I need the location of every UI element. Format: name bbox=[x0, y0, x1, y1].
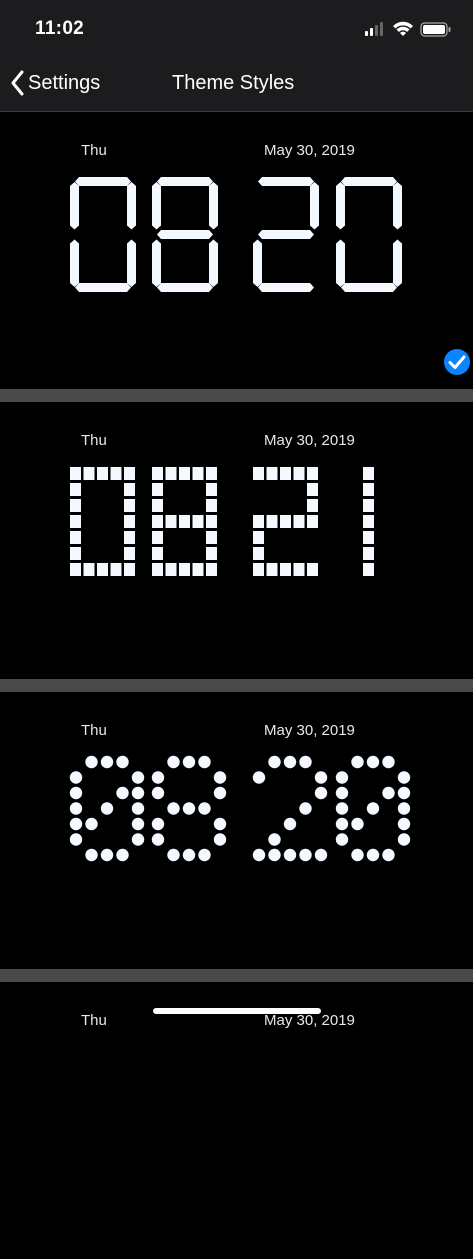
chevron-left-icon bbox=[11, 70, 24, 96]
battery-icon bbox=[420, 22, 451, 37]
theme-option-round-dot-matrix[interactable]: Thu May 30, 2019 bbox=[0, 692, 473, 969]
back-button[interactable]: Settings bbox=[10, 69, 100, 97]
status-bar: 11:02 bbox=[0, 0, 473, 56]
theme-day: Thu bbox=[81, 1012, 107, 1029]
theme-option-square-dot-matrix[interactable]: Thu May 30, 2019 bbox=[0, 402, 473, 679]
clock-digit bbox=[336, 177, 402, 292]
clock-digit bbox=[69, 755, 145, 862]
status-icons bbox=[365, 21, 451, 37]
clock-digit bbox=[252, 755, 328, 862]
cellular-signal-icon bbox=[365, 22, 383, 36]
separator bbox=[0, 969, 473, 982]
theme-option-seven-segment[interactable]: Thu May 30, 2019 bbox=[0, 112, 473, 389]
page-title: Theme Styles bbox=[172, 72, 295, 94]
clock-digit bbox=[152, 467, 217, 576]
clock-digit bbox=[335, 755, 411, 862]
home-indicator bbox=[153, 1008, 321, 1014]
wifi-icon bbox=[393, 21, 413, 36]
navigation-bar: Settings Theme Styles bbox=[0, 56, 473, 112]
theme-clock-preview bbox=[70, 177, 402, 292]
checkmark-icon bbox=[444, 349, 470, 375]
clock-digit bbox=[253, 467, 318, 576]
theme-clock-preview bbox=[69, 755, 411, 862]
clock-digit bbox=[363, 467, 374, 576]
separator bbox=[0, 679, 473, 692]
status-time: 11:02 bbox=[35, 18, 85, 39]
clock-digit bbox=[151, 755, 227, 862]
clock-digit bbox=[253, 177, 319, 292]
theme-date: May 30, 2019 bbox=[264, 1012, 355, 1029]
clock-digit bbox=[70, 177, 136, 292]
clock-digit bbox=[70, 467, 135, 576]
back-button-label: Settings bbox=[28, 71, 101, 94]
clock-digit bbox=[152, 177, 218, 292]
theme-clock-preview bbox=[70, 467, 374, 576]
separator bbox=[0, 389, 473, 402]
